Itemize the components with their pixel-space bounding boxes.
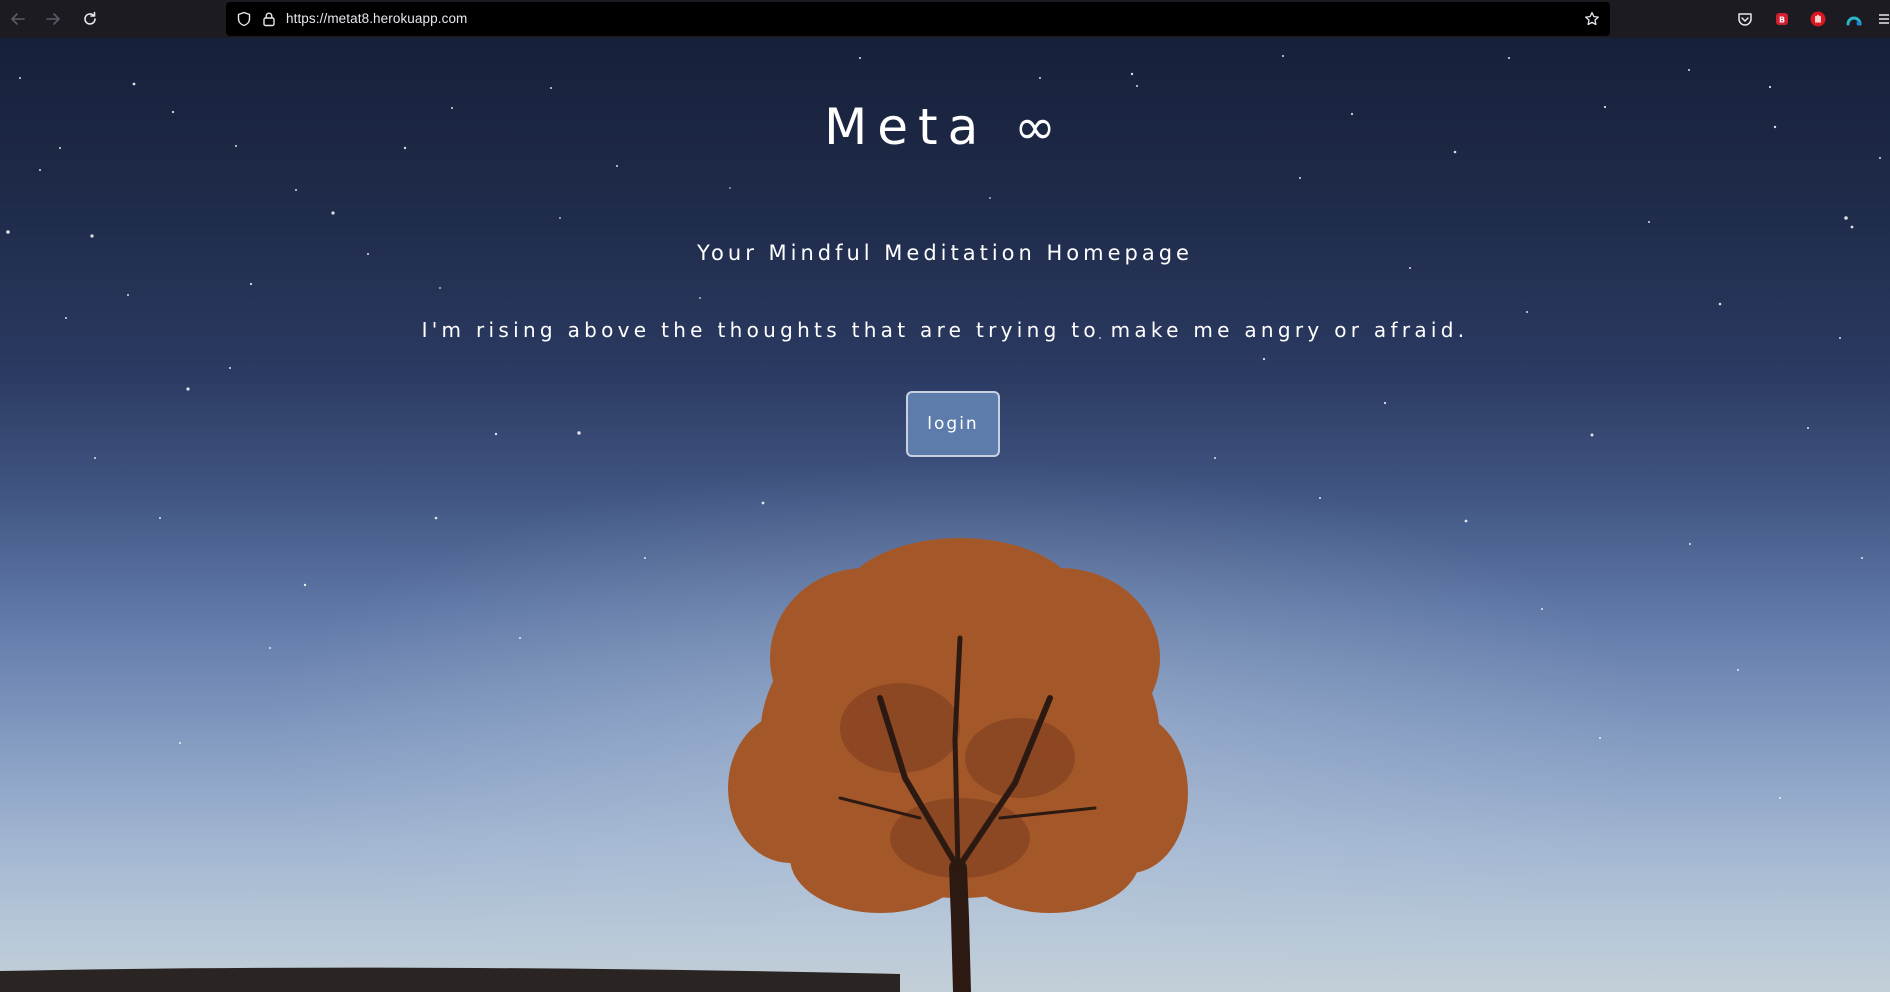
star-icon[interactable]	[1584, 11, 1600, 27]
back-button[interactable]	[7, 8, 29, 30]
menu-icon	[1879, 14, 1889, 24]
reload-button[interactable]	[79, 8, 101, 30]
tree-illustration	[0, 458, 1660, 992]
page-content: Meta ∞ Your Mindful Meditation Homepage …	[0, 38, 1890, 992]
url-text[interactable]: https://metat8.herokuapp.com	[286, 11, 467, 26]
arc-extension-icon	[1846, 16, 1862, 26]
b-extension-icon: B	[1776, 13, 1788, 25]
reload-icon	[84, 11, 96, 25]
forward-button[interactable]	[42, 8, 64, 30]
hand-extension-icon	[1810, 11, 1826, 27]
daily-affirmation: I'm rising above the thoughts that are t…	[421, 318, 1469, 342]
hand-extension-button[interactable]	[1807, 8, 1829, 30]
pocket-button[interactable]	[1734, 8, 1756, 30]
address-bar[interactable]: https://metat8.herokuapp.com	[226, 2, 1610, 36]
svg-text:B: B	[1779, 16, 1785, 25]
b-extension-button[interactable]: B	[1771, 8, 1793, 30]
login-button[interactable]: login	[906, 391, 1000, 457]
arc-extension-button[interactable]	[1843, 8, 1865, 30]
arrow-left-icon	[11, 13, 25, 25]
arrow-right-icon	[46, 13, 60, 25]
shield-icon[interactable]	[236, 11, 252, 27]
page-subtitle: Your Mindful Meditation Homepage	[697, 241, 1193, 265]
menu-button[interactable]	[1876, 8, 1890, 30]
page-title: Meta ∞	[824, 98, 1066, 156]
pocket-icon	[1738, 13, 1752, 26]
browser-toolbar: https://metat8.herokuapp.com B	[0, 0, 1890, 38]
lock-icon[interactable]	[261, 11, 277, 27]
